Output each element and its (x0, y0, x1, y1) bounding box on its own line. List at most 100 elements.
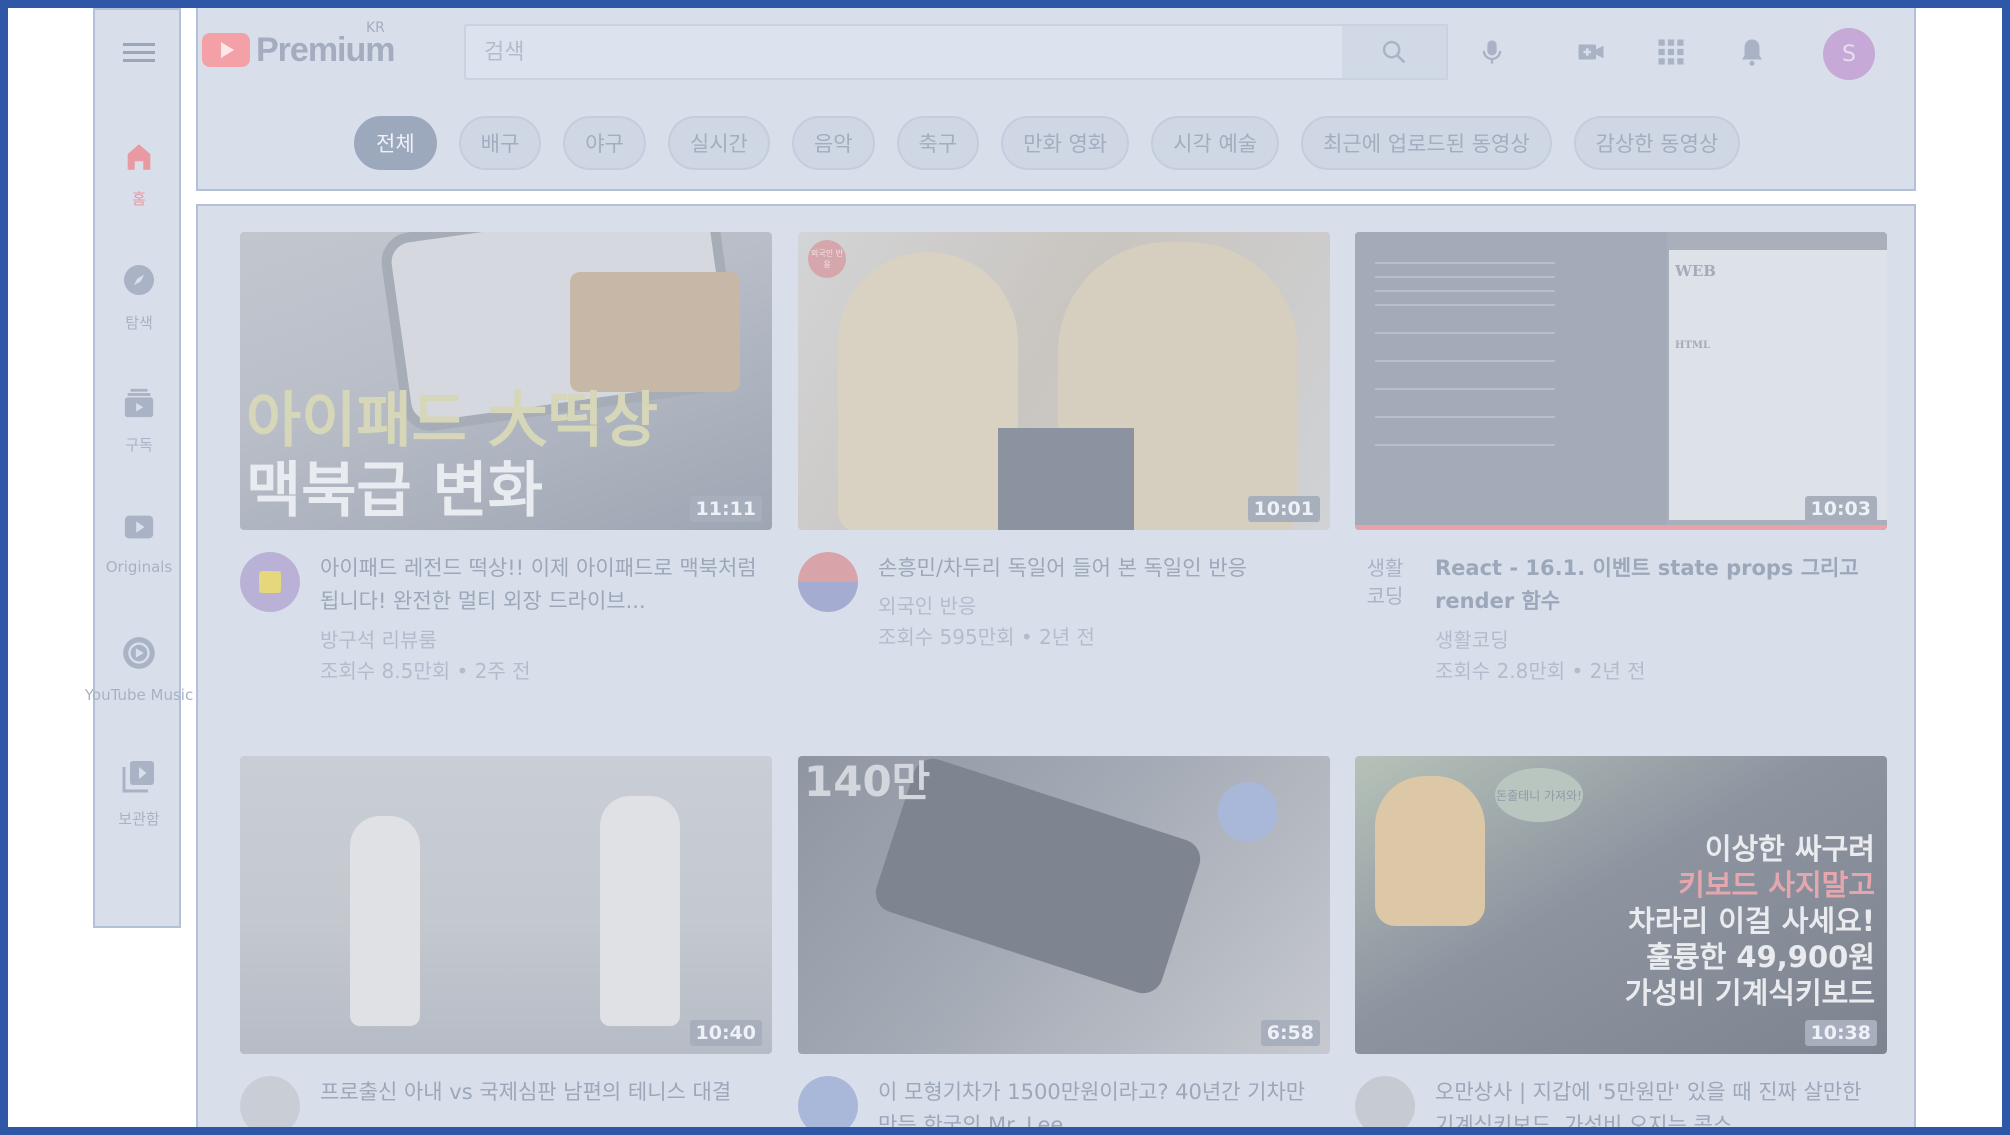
voice-search-button[interactable] (1470, 30, 1514, 74)
originals-icon (124, 515, 154, 539)
preview-heading: WEB (1675, 262, 1716, 280)
sidebar: 홈 탐색 구독 Originals YouTube Music 보관함 (85, 8, 193, 928)
sidebar-item-label: 보관함 (118, 810, 160, 828)
video-stats: 조회수 2.8만회 • 2년 전 (1435, 659, 1646, 683)
video-thumbnail[interactable]: 돈줄테니 가져와! 이상한 싸구려 키보드 사지말고 차라리 이걸 사세요! 훌… (1355, 756, 1887, 1054)
search-button[interactable] (1342, 24, 1448, 80)
filter-chips: 전체 배구 야구 실시간 음악 축구 만화 영화 시각 예술 최근에 업로드된 동영상 감상한 동… (354, 116, 1741, 170)
sidebar-item-originals[interactable]: Originals (95, 510, 183, 620)
thumbnail-caption: 가성비 기계식키보드 (1624, 976, 1875, 1010)
thumbnail-caption: 아이패드 大떡상 (246, 386, 659, 456)
player-image (350, 816, 420, 1026)
sidebar-item-explore[interactable]: 탐색 (95, 262, 183, 372)
video-title[interactable]: 손흥민/차두리 독일어 들어 본 독일인 반응 (878, 552, 1318, 585)
thumbnail-caption: 차라리 이걸 사세요! (1628, 904, 1875, 938)
video-title[interactable]: React - 16.1. 이벤트 state props 그리고 render… (1435, 552, 1875, 618)
video-card[interactable]: 돈줄테니 가져와! 이상한 싸구려 키보드 사지말고 차라리 이걸 사세요! 훌… (1355, 756, 1887, 1135)
compass-icon (124, 265, 154, 295)
duration-badge: 10:03 (1804, 496, 1877, 522)
user-avatar[interactable]: S (1823, 28, 1875, 80)
sidebar-item-library[interactable]: 보관함 (95, 758, 183, 868)
video-title[interactable]: 이 모형기차가 1500만원이라고? 40년간 기차만 만든 한국의 Mr. L… (878, 1076, 1318, 1135)
video-thumbnail[interactable]: 140만 6:58 (798, 756, 1330, 1054)
video-camera-plus-icon (1578, 44, 1604, 60)
person-image (838, 252, 1018, 530)
filter-chip[interactable]: 최근에 업로드된 동영상 (1301, 116, 1552, 170)
home-icon (127, 144, 151, 170)
channel-avatar[interactable] (240, 552, 300, 612)
video-card[interactable]: 아이패드 大떡상 맥북급 변화 11:11 아이패드 레전드 떡상!! 이제 아… (240, 232, 772, 683)
thumbnail-caption: 맥북급 변화 (246, 456, 543, 526)
filter-chip[interactable]: 감상한 동영상 (1573, 116, 1741, 170)
channel-avatar[interactable] (1355, 1076, 1415, 1135)
channel-avatar[interactable] (240, 1076, 300, 1135)
watch-progress-bar (1355, 525, 1887, 530)
sidebar-item-label: 탐색 (125, 314, 153, 332)
apps-grid-icon (1658, 39, 1684, 65)
duration-badge: 10:40 (689, 1020, 762, 1046)
notifications-button[interactable] (1730, 30, 1774, 74)
youtube-premium-logo[interactable]: Premium (202, 30, 395, 70)
filter-chip[interactable]: 야구 (563, 116, 646, 170)
video-thumbnail[interactable]: WEB HTML 10:03 (1355, 232, 1887, 530)
channel-watermark: 외국인 반응 (808, 240, 846, 278)
search-input[interactable] (466, 26, 1342, 78)
channel-watermark-image (1218, 782, 1278, 842)
sidebar-item-home[interactable]: 홈 (95, 140, 183, 250)
search-box (464, 24, 1344, 80)
code-editor-image (1355, 232, 1667, 530)
video-thumbnail[interactable]: 10:40 (240, 756, 772, 1054)
filter-chip[interactable]: 배구 (458, 116, 542, 170)
cartoon-character-image (1375, 776, 1485, 926)
channel-avatar[interactable]: 생활 코딩 (1355, 552, 1415, 612)
screen-image (570, 272, 740, 392)
video-stats: 조회수 595만회 • 2년 전 (878, 625, 1095, 649)
logo-text: Premium (256, 30, 395, 69)
channel-avatar[interactable] (798, 1076, 858, 1135)
video-title[interactable]: 아이패드 레전드 떡상!! 이제 아이패드로 맥북처럼 됩니다! 완전한 멀티 … (320, 552, 760, 618)
channel-name[interactable]: 외국인 반응 (878, 590, 976, 619)
channel-name[interactable]: 방구석 리뷰룸 (320, 624, 437, 653)
speech-bubble: 돈줄테니 가져와! (1495, 768, 1583, 822)
browser-preview-image: WEB HTML (1669, 250, 1887, 520)
region-badge: KR (366, 20, 385, 36)
video-title[interactable]: 프로출신 아내 vs 국제심판 남편의 테니스 대결 (320, 1076, 760, 1109)
video-card[interactable]: 140만 6:58 이 모형기차가 1500만원이라고? 40년간 기차만 만든… (798, 756, 1330, 1135)
create-video-button[interactable] (1569, 30, 1613, 74)
filter-chip[interactable]: 음악 (791, 116, 875, 170)
filter-chip[interactable]: 만화 영화 (1001, 116, 1130, 170)
thumbnail-caption: 훌륭한 49,900원 (1646, 940, 1875, 974)
thumbnail-caption: 이상한 싸구려 (1704, 832, 1875, 866)
sidebar-item-subscriptions[interactable]: 구독 (95, 386, 183, 496)
channel-name[interactable]: 생활코딩 (1435, 624, 1509, 653)
duration-badge: 11:11 (689, 496, 762, 522)
top-bar: Premium KR S 전체 배구 야구 실시간 음악 축구 만화 영화 시각 예술 최근에 … (196, 8, 1916, 191)
video-thumbnail[interactable]: 외국인 반응 10:01 (798, 232, 1330, 530)
video-card[interactable]: 외국인 반응 10:01 손흥민/차두리 독일어 들어 본 독일인 반응 외국인… (798, 232, 1330, 649)
sidebar-item-label: Originals (105, 558, 173, 576)
filter-chip[interactable]: 축구 (896, 116, 980, 170)
video-card[interactable]: 10:40 프로출신 아내 vs 국제심판 남편의 테니스 대결 (240, 756, 772, 1135)
apps-button[interactable] (1649, 30, 1693, 74)
preview-subheading: HTML (1675, 340, 1710, 351)
library-icon (122, 761, 154, 793)
music-icon (123, 637, 155, 669)
filter-chip[interactable]: 시각 예술 (1151, 116, 1280, 170)
sidebar-item-label: 구독 (125, 436, 153, 454)
bell-icon (1742, 39, 1762, 66)
sidebar-item-music[interactable]: YouTube Music (85, 634, 193, 744)
microphone-icon (1482, 40, 1502, 64)
video-title[interactable]: 오만상사 | 지갑에 '5만원만' 있을 때 진짜 살만한 기계식키보드. 가성… (1435, 1076, 1875, 1135)
hamburger-menu-icon[interactable] (123, 38, 155, 70)
youtube-logo-icon (202, 33, 250, 67)
sidebar-item-label: 홈 (132, 190, 146, 208)
channel-avatar[interactable] (798, 552, 858, 612)
filter-chip[interactable]: 실시간 (667, 116, 770, 170)
video-card[interactable]: WEB HTML 10:03 생활 코딩 React - 16.1. 이벤트 s… (1355, 232, 1887, 683)
sidebar-item-label: YouTube Music (84, 686, 194, 704)
player-image (600, 796, 680, 1026)
filter-chip[interactable]: 전체 (354, 116, 437, 170)
subscriptions-icon (124, 388, 154, 418)
thumbnail-caption: 140만 (804, 757, 931, 806)
video-thumbnail[interactable]: 아이패드 大떡상 맥북급 변화 11:11 (240, 232, 772, 530)
